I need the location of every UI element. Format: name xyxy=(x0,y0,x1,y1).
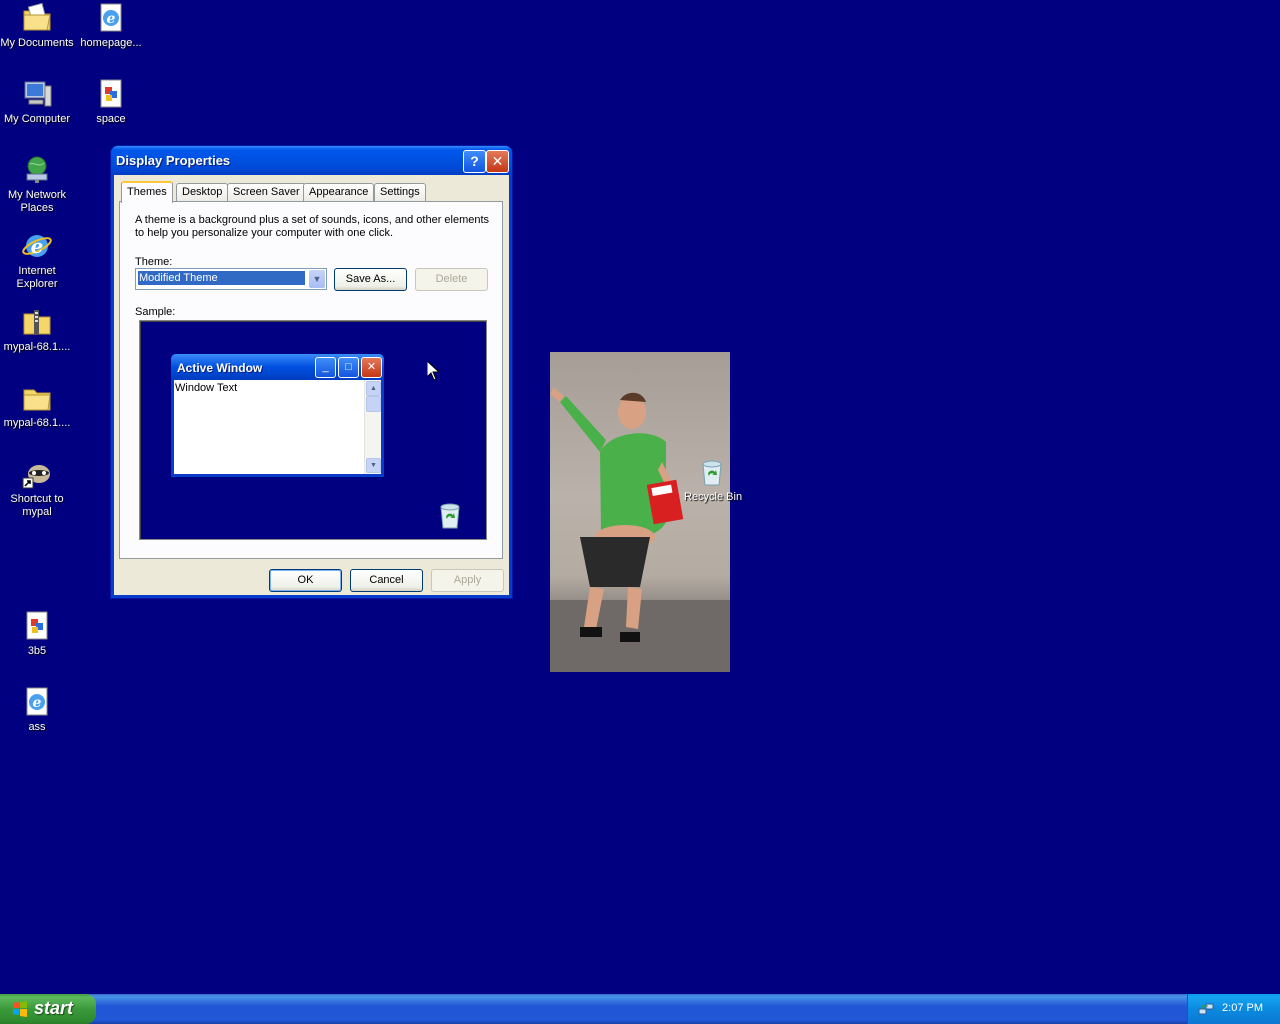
folder-icon xyxy=(21,382,53,414)
sample-window-title: Active Window xyxy=(177,361,263,375)
desktop-icon-my-computer[interactable]: My Computer xyxy=(0,78,74,126)
tab-screen-saver[interactable]: Screen Saver xyxy=(227,183,306,201)
desktop-icon-label: My Computer xyxy=(3,113,71,125)
theme-select-value: Modified Theme xyxy=(137,270,306,286)
themes-panel: A theme is a background plus a set of so… xyxy=(119,201,503,559)
close-icon: ✕ xyxy=(361,357,382,378)
minimize-icon: _ xyxy=(315,357,336,378)
ok-button[interactable]: OK xyxy=(269,569,342,592)
save-as-button[interactable]: Save As... xyxy=(334,268,407,291)
display-properties-window: Display Properties ? ✕ Themes Desktop Sc… xyxy=(111,146,512,598)
sample-window-body: Window Text ▲ ▼ xyxy=(174,380,381,474)
window-client-area: Themes Desktop Screen Saver Appearance S… xyxy=(114,175,509,595)
cancel-button[interactable]: Cancel xyxy=(350,569,423,592)
desktop-icon-label: mypal-68.1.... xyxy=(3,341,71,353)
scroll-thumb xyxy=(366,396,381,412)
desktop-icon-label: 3b5 xyxy=(27,645,47,657)
desktop-icon-ass[interactable]: e ass xyxy=(0,686,74,734)
raccoon-shortcut-icon xyxy=(21,458,53,490)
scroll-up-icon: ▲ xyxy=(366,381,381,396)
sample-scrollbar: ▲ ▼ xyxy=(364,380,381,474)
desktop-icon-label: Shortcut to mypal xyxy=(0,493,74,519)
tab-desktop[interactable]: Desktop xyxy=(176,183,229,201)
desktop-icon-mypal-zip[interactable]: mypal-68.1.... xyxy=(0,306,74,354)
sample-active-window: Active Window _ □ ✕ Window Text ▲ ▼ xyxy=(171,354,384,477)
sample-label: Sample: xyxy=(135,306,176,318)
desktop-icon-my-documents[interactable]: My Documents xyxy=(0,2,74,50)
svg-text:e: e xyxy=(31,234,44,258)
maximize-icon: □ xyxy=(338,357,359,378)
apply-button[interactable]: Apply xyxy=(431,569,504,592)
desktop-icon-shortcut-mypal[interactable]: Shortcut to mypal xyxy=(0,458,74,519)
image-file-icon xyxy=(95,78,127,110)
desktop-icon-label: Recycle Bin xyxy=(684,491,743,503)
network-tray-icon[interactable] xyxy=(1198,1001,1214,1017)
title-bar[interactable]: Display Properties ? ✕ xyxy=(111,146,512,175)
desktop-icon-label: mypal-68.1.... xyxy=(3,417,71,429)
image-file-icon xyxy=(21,610,53,642)
desktop-photo xyxy=(550,352,730,672)
desktop-icon-label: My Network Places xyxy=(0,189,74,215)
mouse-pointer-icon xyxy=(427,361,439,381)
recycle-bin-icon xyxy=(440,503,460,529)
svg-text:e: e xyxy=(107,11,116,27)
computer-icon xyxy=(21,78,53,110)
svg-text:e: e xyxy=(33,695,42,711)
desktop-icon-homepage[interactable]: e homepage... xyxy=(74,2,148,50)
desktop-icon-internet-explorer[interactable]: e Internet Explorer xyxy=(0,230,74,291)
theme-label: Theme: xyxy=(135,256,173,268)
start-button[interactable]: start xyxy=(0,994,96,1024)
close-button[interactable]: ✕ xyxy=(486,150,509,173)
desktop-icon-recycle-bin[interactable]: Recycle Bin xyxy=(684,456,743,503)
ie-shortcut-icon: e xyxy=(95,2,127,34)
desktop-icon-mypal-folder[interactable]: mypal-68.1.... xyxy=(0,382,74,430)
system-tray: 2:07 PM xyxy=(1187,994,1280,1024)
tab-appearance[interactable]: Appearance xyxy=(303,183,375,201)
desktop-icon-label: ass xyxy=(28,721,46,733)
theme-description: A theme is a background plus a set of so… xyxy=(135,214,490,239)
start-label: start xyxy=(34,998,74,1018)
desktop-icon-label-text: Internet Explorer xyxy=(16,265,58,290)
taskbar: start 2:07 PM xyxy=(0,994,1280,1024)
desktop-icon-label: homepage... xyxy=(80,37,142,49)
ie-shortcut-icon: e xyxy=(21,686,53,718)
ie-icon: e xyxy=(21,230,53,262)
network-icon xyxy=(21,154,53,186)
desktop-icon-label: Internet Explorer xyxy=(0,265,74,291)
delete-button[interactable]: Delete xyxy=(415,268,488,291)
window-title: Display Properties xyxy=(116,153,231,168)
windows-logo-icon xyxy=(13,1001,27,1017)
desktop-icon-space[interactable]: space xyxy=(74,78,148,126)
sample-title-bar: Active Window _ □ ✕ xyxy=(171,354,384,380)
desktop-icon-label: My Documents xyxy=(0,37,74,49)
desktop-icon-my-network-places[interactable]: My Network Places xyxy=(0,154,74,215)
desktop-icon-label: space xyxy=(96,113,126,125)
clock[interactable]: 2:07 PM xyxy=(1222,1002,1263,1014)
desktop-icon-label-text: My Network Places xyxy=(7,189,67,214)
help-button[interactable]: ? xyxy=(463,150,486,173)
dancing-man-image xyxy=(550,388,730,672)
folder-documents-icon xyxy=(21,2,53,34)
desktop-icon-label-text: Shortcut to mypal xyxy=(10,493,64,518)
scroll-down-icon: ▼ xyxy=(366,458,381,473)
recycle-bin-icon xyxy=(702,460,722,486)
desktop-icon-3b5[interactable]: 3b5 xyxy=(0,610,74,658)
tab-themes[interactable]: Themes xyxy=(121,181,173,203)
zip-folder-icon xyxy=(21,306,53,338)
chevron-down-icon[interactable]: ▼ xyxy=(309,270,325,288)
theme-select[interactable]: Modified Theme ▼ xyxy=(135,268,327,290)
theme-sample-preview: Active Window _ □ ✕ Window Text ▲ ▼ xyxy=(139,320,487,540)
sample-window-text: Window Text xyxy=(175,382,238,394)
close-icon: ✕ xyxy=(491,153,504,169)
tab-settings[interactable]: Settings xyxy=(374,183,426,201)
